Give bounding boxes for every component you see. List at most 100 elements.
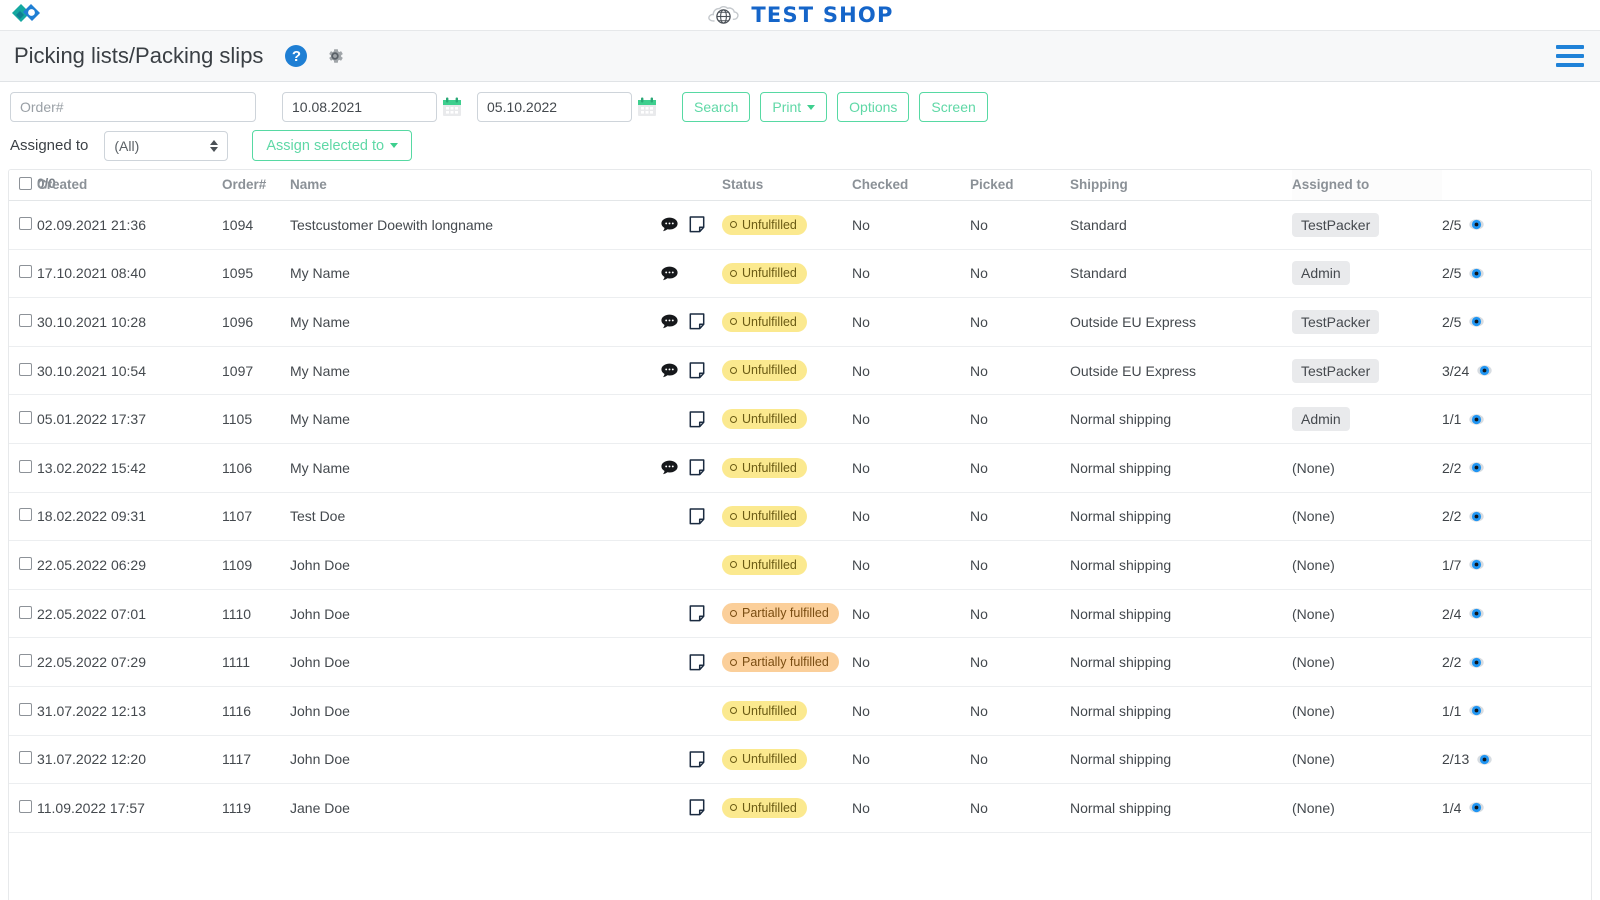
- note-icon[interactable]: [688, 605, 706, 623]
- eye-icon[interactable]: [1477, 752, 1492, 767]
- brand-bar: TEST SHOP: [0, 0, 1600, 30]
- note-icon[interactable]: [688, 459, 706, 477]
- table-row[interactable]: 22.05.2022 06:291109John DoeUnfulfilledN…: [9, 541, 1592, 590]
- table-row[interactable]: 22.05.2022 07:011110John DoePartially fu…: [9, 589, 1592, 638]
- note-icon[interactable]: [688, 313, 706, 331]
- cell-order: 1107: [222, 492, 290, 541]
- app-logo-icon[interactable]: [8, 0, 46, 30]
- assigned-to-pill[interactable]: TestPacker: [1292, 359, 1379, 383]
- row-checkbox[interactable]: [19, 606, 32, 619]
- eye-icon[interactable]: [1477, 363, 1492, 378]
- table-row[interactable]: 05.01.2022 17:371105My NameUnfulfilledNo…: [9, 395, 1592, 444]
- column-header-order[interactable]: Order#: [222, 170, 290, 201]
- note-icon[interactable]: [688, 410, 706, 428]
- column-header-created[interactable]: Created: [37, 170, 222, 201]
- table-row[interactable]: 17.10.2021 08:401095My NameUnfulfilledNo…: [9, 249, 1592, 298]
- table-row[interactable]: 30.10.2021 10:281096My NameUnfulfilledNo…: [9, 298, 1592, 347]
- assigned-to-select[interactable]: (All): [104, 131, 228, 161]
- print-button[interactable]: Print: [760, 92, 827, 122]
- comment-icon[interactable]: [660, 313, 678, 331]
- note-icon[interactable]: [688, 216, 706, 234]
- eye-icon[interactable]: [1469, 557, 1484, 572]
- note-icon[interactable]: [688, 653, 706, 671]
- eye-icon[interactable]: [1469, 703, 1484, 718]
- row-checkbox[interactable]: [19, 265, 32, 278]
- cell-assigned-to: (None): [1292, 735, 1442, 784]
- row-checkbox[interactable]: [19, 800, 32, 813]
- assigned-to-pill[interactable]: TestPacker: [1292, 310, 1379, 334]
- table-row[interactable]: 31.07.2022 12:131116John DoeUnfulfilledN…: [9, 686, 1592, 735]
- options-button[interactable]: Options: [837, 92, 909, 122]
- cell-name: Testcustomer Doewith longname: [290, 201, 660, 250]
- order-number-input[interactable]: [10, 92, 256, 122]
- screen-button[interactable]: Screen: [919, 92, 987, 122]
- row-checkbox[interactable]: [19, 411, 32, 424]
- row-checkbox[interactable]: [19, 217, 32, 230]
- eye-icon[interactable]: [1469, 606, 1484, 621]
- hamburger-menu-icon[interactable]: [1556, 45, 1584, 67]
- eye-icon[interactable]: [1469, 314, 1484, 329]
- row-checkbox[interactable]: [19, 557, 32, 570]
- table-row[interactable]: 18.02.2022 09:311107Test DoeUnfulfilledN…: [9, 492, 1592, 541]
- eye-icon[interactable]: [1469, 800, 1484, 815]
- assigned-to-none: (None): [1292, 800, 1335, 816]
- date-to-input[interactable]: [477, 92, 632, 122]
- picking-lists-table-container: 0/0 Created Order# Name Status Checked P…: [8, 169, 1592, 900]
- note-icon[interactable]: [688, 750, 706, 768]
- chevron-up-icon: [210, 140, 218, 145]
- row-checkbox[interactable]: [19, 703, 32, 716]
- cell-status: Unfulfilled: [722, 298, 852, 347]
- row-checkbox[interactable]: [19, 363, 32, 376]
- column-header-picked[interactable]: Picked: [970, 170, 1070, 201]
- assigned-to-pill[interactable]: Admin: [1292, 407, 1350, 431]
- calendar-icon[interactable]: [441, 96, 463, 118]
- table-row[interactable]: 11.09.2022 17:571119Jane DoeUnfulfilledN…: [9, 784, 1592, 833]
- row-checkbox[interactable]: [19, 460, 32, 473]
- table-row[interactable]: 31.07.2022 12:201117John DoeUnfulfilledN…: [9, 735, 1592, 784]
- assigned-to-pill[interactable]: Admin: [1292, 261, 1350, 285]
- table-body: 02.09.2021 21:361094Testcustomer Doewith…: [9, 201, 1592, 833]
- help-icon[interactable]: ?: [285, 45, 307, 67]
- eye-icon[interactable]: [1469, 655, 1484, 670]
- comment-icon[interactable]: [660, 362, 678, 380]
- eye-icon[interactable]: [1469, 266, 1484, 281]
- row-checkbox[interactable]: [19, 751, 32, 764]
- row-select-cell: [9, 638, 37, 687]
- note-icon[interactable]: [688, 799, 706, 817]
- gear-icon[interactable]: [325, 46, 345, 66]
- filter-row-assign: Assigned to (All) Assign selected to: [10, 130, 1600, 161]
- cell-name: Jane Doe: [290, 784, 660, 833]
- comment-icon[interactable]: [660, 264, 678, 282]
- column-header-shipping[interactable]: Shipping: [1070, 170, 1292, 201]
- eye-glyph: [1477, 752, 1492, 767]
- column-header-assigned-to[interactable]: Assigned to: [1292, 170, 1442, 201]
- table-row[interactable]: 02.09.2021 21:361094Testcustomer Doewith…: [9, 201, 1592, 250]
- row-checkbox[interactable]: [19, 654, 32, 667]
- eye-icon[interactable]: [1469, 460, 1484, 475]
- column-header-name[interactable]: Name: [290, 170, 722, 201]
- eye-icon[interactable]: [1469, 412, 1484, 427]
- comment-icon[interactable]: [660, 216, 678, 234]
- table-row[interactable]: 22.05.2022 07:291111John DoePartially fu…: [9, 638, 1592, 687]
- note-glyph: [689, 654, 705, 671]
- cell-assigned-to: (None): [1292, 541, 1442, 590]
- note-icon[interactable]: [688, 362, 706, 380]
- date-from-input[interactable]: [282, 92, 437, 122]
- select-all-checkbox[interactable]: [19, 177, 32, 190]
- eye-icon[interactable]: [1469, 217, 1484, 232]
- eye-icon[interactable]: [1469, 509, 1484, 524]
- table-row[interactable]: 13.02.2022 15:421106My NameUnfulfilledNo…: [9, 443, 1592, 492]
- column-header-status[interactable]: Status: [722, 170, 852, 201]
- search-button[interactable]: Search: [682, 92, 750, 122]
- cell-count: 2/2: [1442, 443, 1592, 492]
- calendar-icon[interactable]: [636, 96, 658, 118]
- assigned-to-none: (None): [1292, 703, 1335, 719]
- note-icon[interactable]: [688, 507, 706, 525]
- comment-icon[interactable]: [660, 459, 678, 477]
- row-checkbox[interactable]: [19, 314, 32, 327]
- row-checkbox[interactable]: [19, 508, 32, 521]
- table-row[interactable]: 30.10.2021 10:541097My NameUnfulfilledNo…: [9, 346, 1592, 395]
- assigned-to-pill[interactable]: TestPacker: [1292, 213, 1379, 237]
- assign-selected-to-button[interactable]: Assign selected to: [252, 130, 412, 161]
- column-header-checked[interactable]: Checked: [852, 170, 970, 201]
